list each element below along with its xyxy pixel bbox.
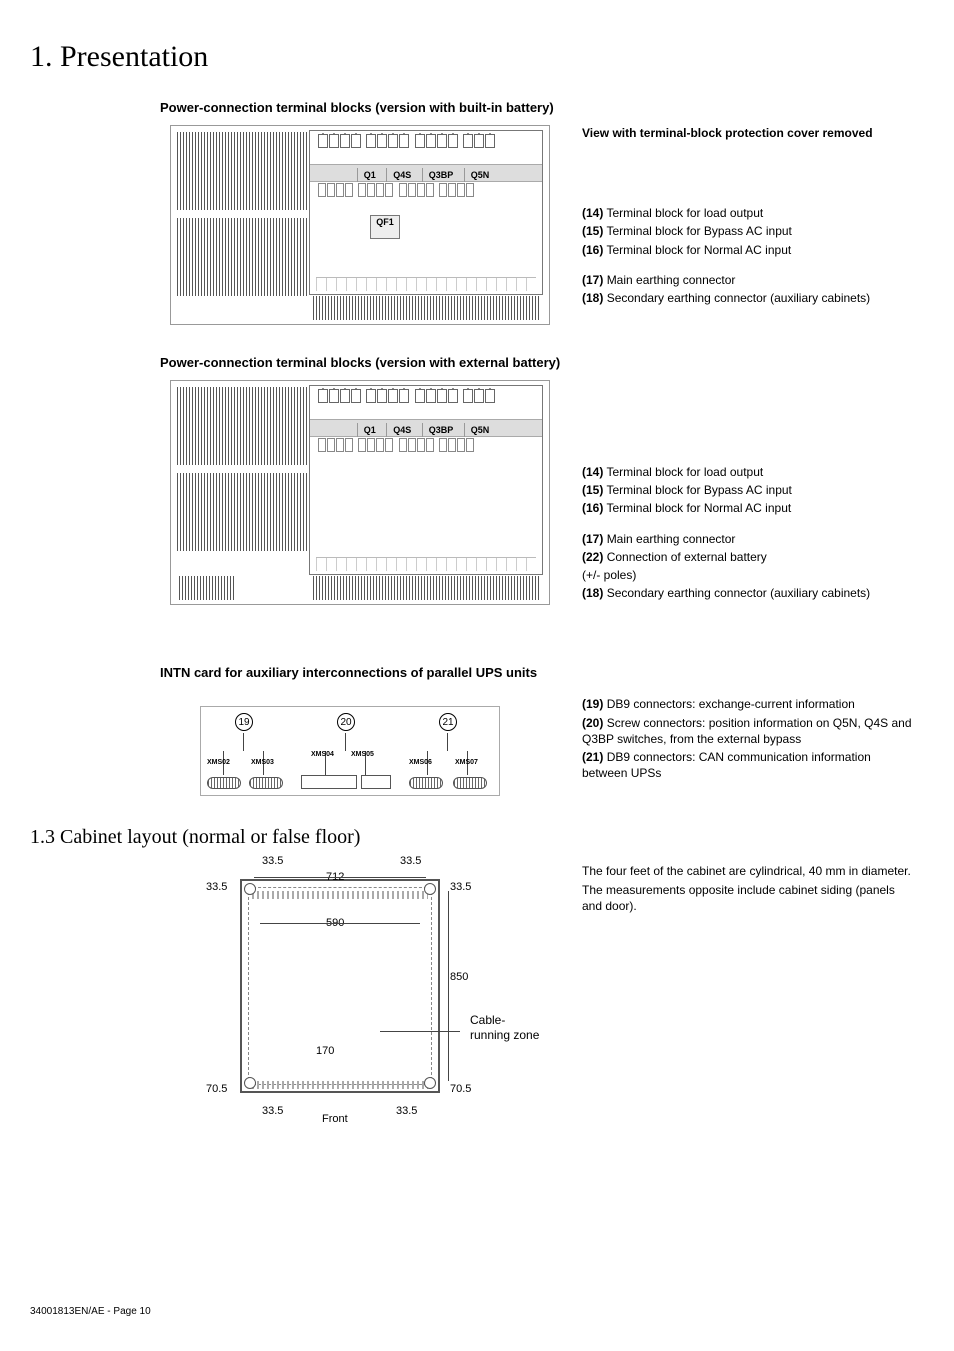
item-22-num: (22) <box>582 550 603 564</box>
breaker-q1-b: Q1 <box>357 423 382 437</box>
item-18b-text: Secondary earthing connector (auxiliary … <box>607 586 870 600</box>
cable-zone-label: Cable-running zone <box>470 1013 540 1042</box>
dim-335-bl: 33.5 <box>262 1105 283 1117</box>
footer-page: - Page 10 <box>105 1306 151 1317</box>
item-14b-num: (14) <box>582 465 603 479</box>
item-16b-text: Terminal block for Normal AC input <box>606 501 791 515</box>
dim-705-r: 70.5 <box>450 1083 471 1095</box>
dim-335-br: 33.5 <box>396 1105 417 1117</box>
item-16-text: Terminal block for Normal AC input <box>606 243 791 257</box>
diagram-cabinet-layout: 33.5 33.5 712 590 33.5 33.5 850 170 70.5… <box>200 861 500 1121</box>
item-16-num: (16) <box>582 243 603 257</box>
breaker-q5n-b: Q5N <box>464 423 496 437</box>
dim-335-r: 33.5 <box>450 881 471 893</box>
page-footer: 34001813EN/AE - Page 10 <box>30 1306 151 1317</box>
breaker-q3bp-b: Q3BP <box>422 423 460 437</box>
item-19-text: DB9 connectors: exchange-current informa… <box>607 697 855 711</box>
item-14-text: Terminal block for load output <box>606 206 763 220</box>
item-17-text: Main earthing connector <box>607 273 736 287</box>
xms02: XMS02 <box>207 759 230 766</box>
item-15b-text: Terminal block for Bypass AC input <box>606 483 791 497</box>
item-18b-num: (18) <box>582 586 603 600</box>
item-18-num: (18) <box>582 291 603 305</box>
xms04: XMS04 <box>311 751 334 758</box>
item-15b-num: (15) <box>582 483 603 497</box>
breaker-q5n: Q5N <box>464 168 496 182</box>
item-18-text: Secondary earthing connector (auxiliary … <box>607 291 870 305</box>
subsection-title: 1.3 Cabinet layout (normal or false floo… <box>30 826 914 849</box>
dim-335-tr: 33.5 <box>400 855 421 867</box>
item-21-num: (21) <box>582 750 603 764</box>
circled-20: 20 <box>337 713 355 731</box>
section-a-title: Power-connection terminal blocks (versio… <box>160 100 914 115</box>
item-17b-text: Main earthing connector <box>607 532 736 546</box>
breaker-q4s-b: Q4S <box>386 423 417 437</box>
section-c-title: INTN card for auxiliary interconnections… <box>160 665 914 680</box>
diagram-intn-card: 19 20 21 XMS02 XMS03 XMS04 XMS05 XMS06 X… <box>200 706 500 796</box>
breaker-q3bp: Q3BP <box>422 168 460 182</box>
chapter-title: 1. Presentation <box>30 40 914 74</box>
item-15-text: Terminal block for Bypass AC input <box>606 224 791 238</box>
breaker-qf1: QF1 <box>370 215 400 239</box>
item-14b-text: Terminal block for load output <box>606 465 763 479</box>
front-label: Front <box>322 1113 348 1125</box>
breaker-q1: Q1 <box>357 168 382 182</box>
item-17b-num: (17) <box>582 532 603 546</box>
item-20-text: Screw connectors: position information o… <box>582 716 912 746</box>
item-17-num: (17) <box>582 273 603 287</box>
poles-note: (+/- poles) <box>582 567 914 583</box>
item-19-num: (19) <box>582 697 603 711</box>
item-21-text: DB9 connectors: CAN communication inform… <box>582 750 871 780</box>
diagram-builtin-battery: Q1 Q4S Q3BP Q5N QF1 <box>170 125 550 325</box>
section-a-subtitle: View with terminal-block protection cove… <box>582 126 873 140</box>
section-b-title: Power-connection terminal blocks (versio… <box>160 355 914 370</box>
note-feet: The four feet of the cabinet are cylindr… <box>582 863 914 879</box>
item-15-num: (15) <box>582 224 603 238</box>
dim-335-tl: 33.5 <box>262 855 283 867</box>
footer-ref: 34001813EN/AE <box>30 1306 105 1317</box>
xms03: XMS03 <box>251 759 274 766</box>
circled-21: 21 <box>439 713 457 731</box>
xms05: XMS05 <box>351 751 374 758</box>
item-20-num: (20) <box>582 716 603 730</box>
circled-19: 19 <box>235 713 253 731</box>
diagram-external-battery: Q1 Q4S Q3BP Q5N <box>170 380 550 605</box>
dim-170: 170 <box>316 1045 334 1057</box>
dim-705-l: 70.5 <box>206 1083 227 1095</box>
item-16b-num: (16) <box>582 501 603 515</box>
breaker-q4s: Q4S <box>386 168 417 182</box>
item-14-num: (14) <box>582 206 603 220</box>
dim-335-l: 33.5 <box>206 881 227 893</box>
xms07: XMS07 <box>455 759 478 766</box>
dim-850: 850 <box>450 971 468 983</box>
xms06: XMS06 <box>409 759 432 766</box>
item-22-text: Connection of external battery <box>607 550 767 564</box>
note-measurements: The measurements opposite include cabine… <box>582 882 914 914</box>
